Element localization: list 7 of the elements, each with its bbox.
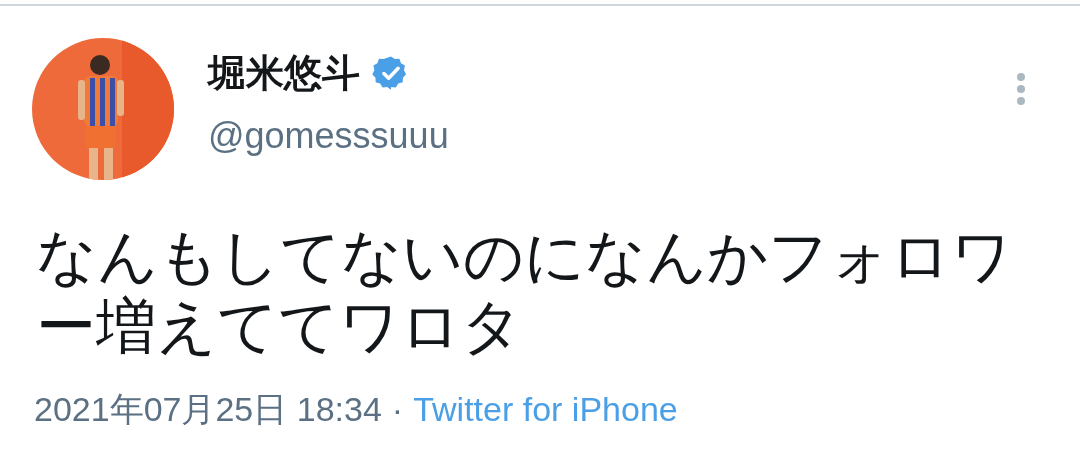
author-handle: @gomesssuuu <box>208 118 450 154</box>
more-options-icon[interactable] <box>1016 72 1026 106</box>
source-link[interactable]: Twitter for iPhone <box>413 392 678 426</box>
author-name: 堀米悠斗 <box>208 54 360 92</box>
tweet-text: なんもしてないのになんかフォロワー増えててワロタ <box>36 222 1013 362</box>
separator: · <box>391 392 404 426</box>
timestamp: 2021年07月25日 18:34 <box>34 392 382 426</box>
